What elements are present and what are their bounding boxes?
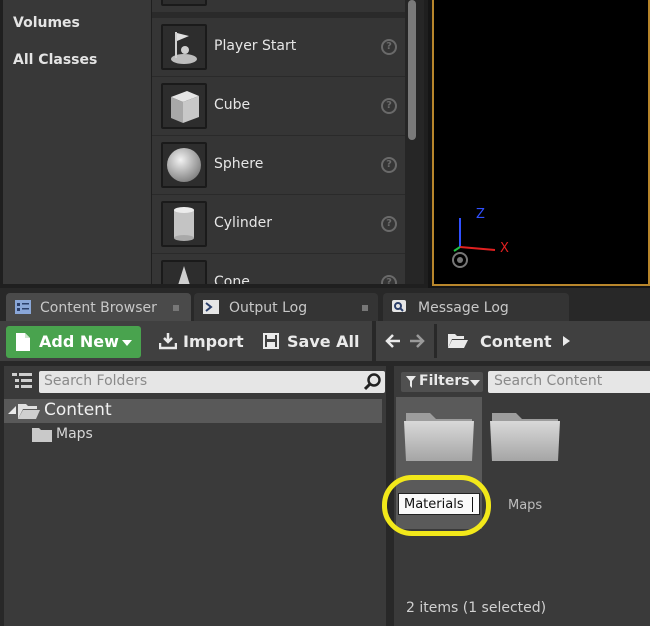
- chevron-down-icon: [122, 340, 132, 346]
- tab-label: Output Log: [229, 300, 308, 316]
- forward-arrow-icon[interactable]: [409, 334, 425, 348]
- folder-icon: [490, 413, 560, 461]
- toolbar-divider: [372, 321, 376, 361]
- new-file-icon: [16, 333, 30, 351]
- folder-icon: [404, 413, 474, 461]
- cylinder-icon: [161, 201, 207, 247]
- open-folder-icon: [18, 404, 40, 419]
- search-content-input[interactable]: Search Content: [488, 371, 650, 393]
- axis-gizmo: [452, 218, 496, 268]
- asset-label: Maps: [508, 498, 543, 513]
- filter-icon: [406, 376, 416, 388]
- player-start-icon: [161, 24, 207, 70]
- back-arrow-icon[interactable]: [385, 334, 401, 348]
- search-icon: [364, 373, 381, 391]
- toolbar-divider: [434, 324, 437, 358]
- tree-view-options-icon[interactable]: [12, 373, 32, 389]
- output-log-icon: [203, 300, 219, 314]
- search-folders-input[interactable]: Search Folders: [39, 371, 385, 393]
- axis-z-label: Z: [476, 207, 485, 222]
- search-content-placeholder: Search Content: [494, 373, 603, 389]
- save-all-label: Save All: [287, 332, 360, 351]
- close-icon[interactable]: [173, 305, 179, 311]
- place-actors-panel: Volumes All Classes Player Start ? Cube …: [0, 0, 428, 288]
- actor-label: Cone: [214, 274, 250, 284]
- close-icon[interactable]: [362, 305, 368, 311]
- expand-arrow-icon[interactable]: [8, 406, 16, 414]
- actor-row-cone[interactable]: Cone ?: [152, 253, 405, 284]
- add-new-button[interactable]: Add New: [6, 326, 141, 358]
- actor-row-partial[interactable]: [152, 0, 405, 12]
- actor-label: Cylinder: [214, 215, 272, 231]
- content-browser-icon: [15, 300, 31, 314]
- open-folder-icon: [448, 334, 468, 348]
- actor-row-cube[interactable]: Cube ?: [152, 76, 405, 135]
- category-list: Volumes All Classes: [3, 0, 151, 284]
- tab-output-log[interactable]: Output Log: [194, 293, 378, 321]
- filters-label: Filters: [419, 373, 470, 389]
- actor-row-player-start[interactable]: Player Start ?: [152, 17, 405, 76]
- status-text: 2 items (1 selected): [406, 600, 547, 616]
- cone-icon: [161, 260, 207, 284]
- sphere-icon: [161, 142, 207, 188]
- help-icon[interactable]: ?: [381, 98, 397, 114]
- scrollbar-thumb[interactable]: [408, 0, 416, 140]
- add-new-label: Add New: [39, 332, 119, 351]
- save-all-button[interactable]: Save All: [257, 321, 363, 361]
- chevron-down-icon: [470, 380, 480, 386]
- actor-label: Sphere: [214, 156, 264, 172]
- tab-label: Content Browser: [40, 300, 157, 316]
- level-viewport[interactable]: Z X: [432, 0, 650, 286]
- message-log-icon: [392, 300, 406, 312]
- category-volumes[interactable]: Volumes: [13, 15, 80, 31]
- chevron-right-icon[interactable]: [563, 336, 570, 346]
- tab-content-browser[interactable]: Content Browser: [6, 293, 191, 321]
- actor-row-sphere[interactable]: Sphere ?: [152, 135, 405, 194]
- axis-x-label: X: [500, 241, 509, 256]
- tree-item-label: Maps: [56, 426, 93, 442]
- help-icon[interactable]: ?: [381, 275, 397, 284]
- actor-thumbnail: [161, 0, 207, 6]
- folder-tree-panel: Search Folders Content Maps: [4, 366, 386, 626]
- tab-message-log[interactable]: Message Log: [383, 293, 569, 321]
- folder-icon: [32, 428, 52, 442]
- actor-label: Cube: [214, 97, 251, 113]
- save-icon: [263, 333, 279, 349]
- category-all-classes[interactable]: All Classes: [13, 52, 97, 68]
- highlight-annotation: [382, 475, 491, 536]
- content-browser-panel: Content Browser Output Log Message Log A…: [0, 288, 650, 626]
- tab-label: Message Log: [418, 300, 509, 316]
- import-button[interactable]: Import: [152, 321, 246, 361]
- help-icon[interactable]: ?: [381, 216, 397, 232]
- import-label: Import: [183, 332, 244, 351]
- actor-row-cylinder[interactable]: Cylinder ?: [152, 194, 405, 253]
- help-icon[interactable]: ?: [381, 157, 397, 173]
- filters-button[interactable]: Filters: [401, 372, 483, 392]
- import-icon: [159, 333, 177, 350]
- help-icon[interactable]: ?: [381, 39, 397, 55]
- cube-icon: [161, 83, 207, 129]
- search-folders-placeholder: Search Folders: [44, 373, 148, 389]
- breadcrumb-content[interactable]: Content: [480, 332, 552, 351]
- actor-list-scrollbar[interactable]: [405, 0, 424, 284]
- actor-list: Player Start ? Cube ? Sphere ? Cylinder …: [152, 0, 405, 284]
- tree-item-label: Content: [44, 400, 112, 420]
- content-browser-toolbar: Add New Import Save All Content: [0, 321, 650, 361]
- actor-label: Player Start: [214, 38, 297, 54]
- tree-item-content[interactable]: Content: [4, 399, 382, 423]
